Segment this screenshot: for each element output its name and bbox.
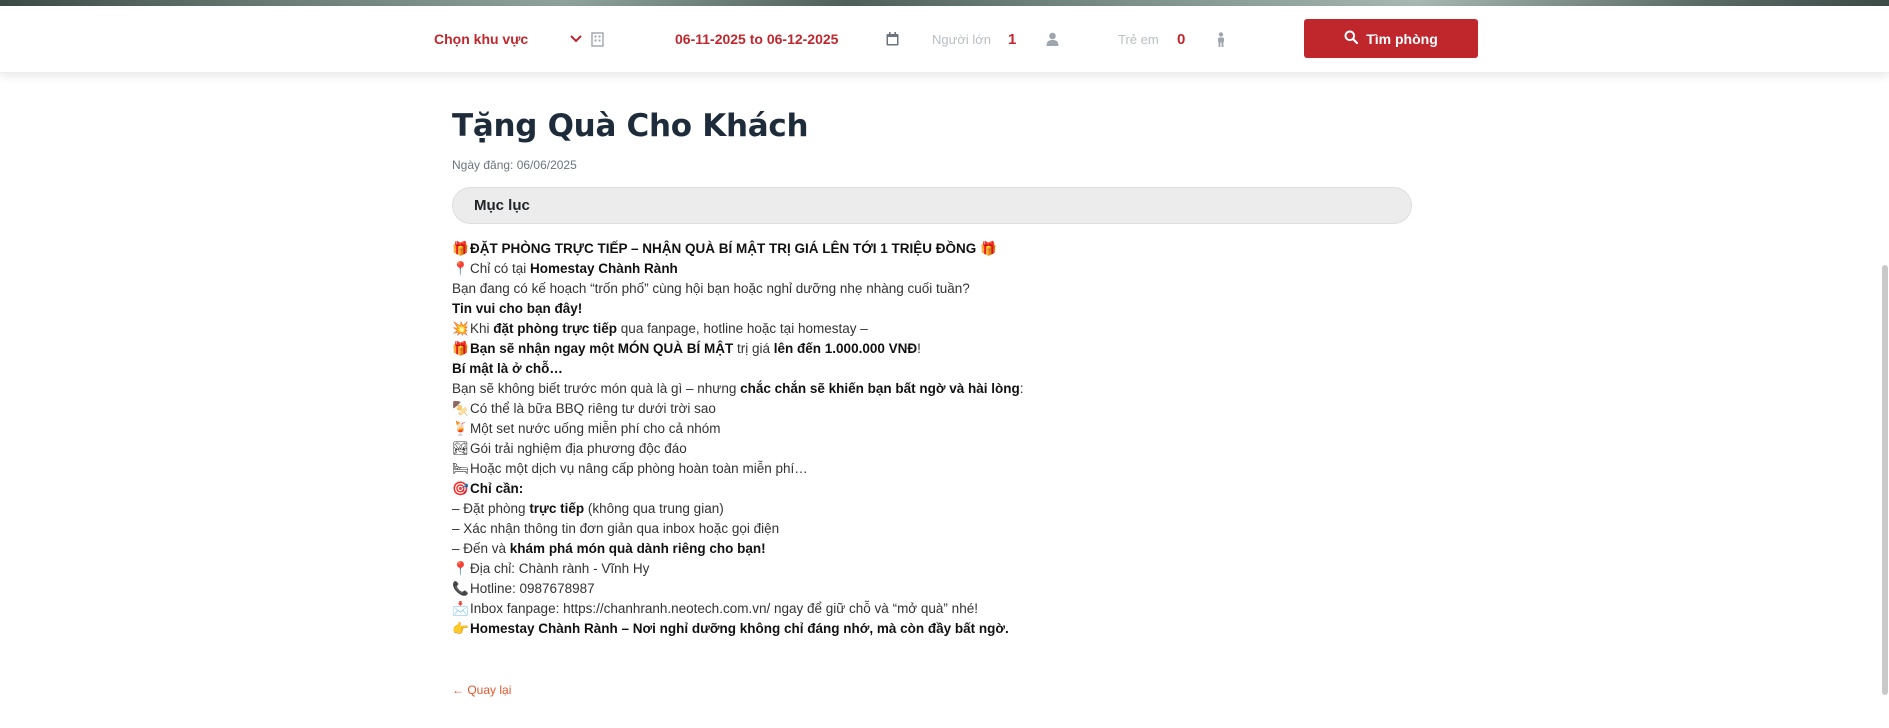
text: Địa chỉ: Chành rành - Vĩnh Hy — [470, 561, 650, 576]
text-bold: lên đến 1.000.000 VNĐ — [773, 341, 918, 356]
text: – Đặt phòng — [452, 501, 530, 516]
drink-icon: 🍹 — [452, 421, 469, 436]
text: Chỉ có tại — [470, 261, 531, 276]
bed-icon: 🛏 — [452, 461, 470, 476]
article-body: 🎁ĐẶT PHÒNG TRỰC TIẾP – NHẬN QUÀ BÍ MẬT T… — [452, 239, 1412, 639]
text-bold: Tin vui cho bạn đây! — [452, 301, 583, 316]
body-line: Tin vui cho bạn đây! — [452, 299, 1412, 319]
collision-icon: 💥 — [452, 321, 469, 336]
gift-icon: 🎁 — [452, 341, 469, 356]
body-line: 💥Khi đặt phòng trực tiếp qua fanpage, ho… — [452, 319, 1412, 339]
search-rooms-button[interactable]: Tìm phòng — [1304, 19, 1478, 58]
text: Khi — [470, 321, 494, 336]
search-icon — [1344, 30, 1359, 47]
hotline-line: 📞Hotline: 0987678987 — [452, 579, 1412, 599]
building-icon — [591, 6, 604, 72]
text: (không qua trung gian) — [584, 501, 724, 516]
text: Inbox fanpage: https://chanhranh.neotech… — [470, 601, 978, 616]
list-item: – Đến và khám phá món quà dành riêng cho… — [452, 539, 1412, 559]
toc-label: Mục lục — [474, 197, 530, 214]
page-title: Tặng Quà Cho Khách — [452, 108, 809, 144]
body-line: Bạn đang có kế hoạch “trốn phố” cùng hội… — [452, 281, 970, 296]
list-item: 🍢Có thể là bữa BBQ riêng tư dưới trời sa… — [452, 399, 1412, 419]
text-bold: đặt phòng trực tiếp — [493, 321, 618, 336]
text: Gói trải nghiệm địa phương độc đáo — [470, 441, 687, 456]
gift-icon: 🎁 — [980, 241, 997, 256]
gift-icon: 🎁 — [452, 241, 469, 256]
child-icon — [1216, 6, 1226, 72]
headline-text: ĐẶT PHÒNG TRỰC TIẾP – NHẬN QUÀ BÍ MẬT TR… — [470, 241, 977, 256]
address-line: 📍Địa chỉ: Chành rành - Vĩnh Hy — [452, 559, 1412, 579]
inbox-icon: 📩 — [452, 601, 469, 616]
headline-line: 🎁ĐẶT PHÒNG TRỰC TIẾP – NHẬN QUÀ BÍ MẬT T… — [452, 239, 1412, 259]
date-range-input[interactable]: 06-11-2025 to 06-12-2025 — [675, 6, 838, 72]
body-line: 🎯Chỉ cần: — [452, 479, 1412, 499]
list-item: – Đặt phòng trực tiếp (không qua trung g… — [452, 499, 1412, 519]
table-of-contents-toggle[interactable]: Mục lục — [452, 187, 1412, 224]
text: : — [1019, 381, 1024, 396]
text: qua fanpage, hotline hoặc tại homestay – — [617, 321, 868, 336]
booking-search-bar: Chọn khu vực 06-11-2025 to 06-12-2025 Ng… — [0, 6, 1889, 73]
text: Có thể là bữa BBQ riêng tư dưới trời sao — [470, 401, 716, 416]
skewer-icon: 🍢 — [452, 401, 469, 416]
list-item: 🍹Một set nước uống miễn phí cho cả nhóm — [452, 419, 1412, 439]
text: ! — [917, 341, 921, 356]
text-bold: Bạn sẽ nhận ngay một MÓN QUÀ BÍ MẬT — [470, 341, 734, 356]
children-count[interactable]: 0 — [1177, 6, 1185, 72]
article: Tặng Quà Cho Khách Ngày đăng: 06/06/2025… — [452, 108, 1412, 639]
text: Một set nước uống miễn phí cho cả nhóm — [470, 421, 721, 436]
text-bold: khám phá món quà dành riêng cho bạn! — [509, 541, 766, 556]
text-bold: trực tiếp — [529, 501, 585, 516]
text: Hoặc một dịch vụ nâng cấp phòng hoàn toà… — [470, 461, 808, 476]
post-date: Ngày đăng: 06/06/2025 — [452, 158, 577, 172]
user-icon — [1046, 6, 1059, 72]
closing-line: 👉Homestay Chành Rành – Nơi nghỉ dưỡng kh… — [452, 619, 1412, 639]
body-line: 🎁Bạn sẽ nhận ngay một MÓN QUÀ BÍ MẬT trị… — [452, 339, 1412, 359]
text: trị giá — [733, 341, 774, 356]
adults-label: Người lớn — [932, 31, 991, 47]
fanpage-line: 📩Inbox fanpage: https://chanhranh.neotec… — [452, 599, 1412, 619]
pointing-hand-icon: 👉 — [452, 621, 469, 636]
list-item: – Xác nhận thông tin đơn giản qua inbox … — [452, 521, 780, 536]
body-line: Bạn sẽ không biết trước món quà là gì – … — [452, 379, 1412, 399]
phone-icon: 📞 — [452, 581, 469, 596]
children-label: Trẻ em — [1118, 31, 1159, 47]
back-link[interactable]: ← Quay lại — [452, 683, 511, 697]
chevron-down-icon[interactable] — [570, 6, 582, 72]
text-bold: Homestay Chành Rành – Nơi nghỉ dưỡng khô… — [470, 621, 1009, 636]
list-item: 🛏Hoặc một dịch vụ nâng cấp phòng hoàn to… — [452, 459, 1412, 479]
text: Hotline: 0987678987 — [470, 581, 595, 596]
text-bold: Chỉ cần: — [470, 481, 524, 496]
pin-icon: 📍 — [452, 561, 469, 576]
text-bold: Bí mật là ở chỗ… — [452, 361, 563, 376]
target-icon: 🎯 — [452, 481, 469, 496]
pin-icon: 📍 — [452, 261, 469, 276]
text-bold: chắc chắn sẽ khiến bạn bất ngờ và hài lò… — [740, 381, 1020, 396]
text: – Đến và — [452, 541, 510, 556]
text: Bạn sẽ không biết trước món quà là gì – … — [452, 381, 741, 396]
list-item: 🏞Gói trải nghiệm địa phương độc đáo — [452, 439, 1412, 459]
search-button-label: Tìm phòng — [1366, 30, 1438, 47]
adults-count[interactable]: 1 — [1008, 6, 1016, 72]
text-bold: Homestay Chành Rành — [530, 261, 678, 276]
body-line: Bí mật là ở chỗ… — [452, 359, 1412, 379]
page-scrollbar[interactable] — [1882, 265, 1888, 695]
calendar-icon[interactable] — [886, 6, 899, 72]
landscape-icon: 🏞 — [452, 441, 470, 456]
body-line: 📍Chỉ có tại Homestay Chành Rành — [452, 259, 1412, 279]
